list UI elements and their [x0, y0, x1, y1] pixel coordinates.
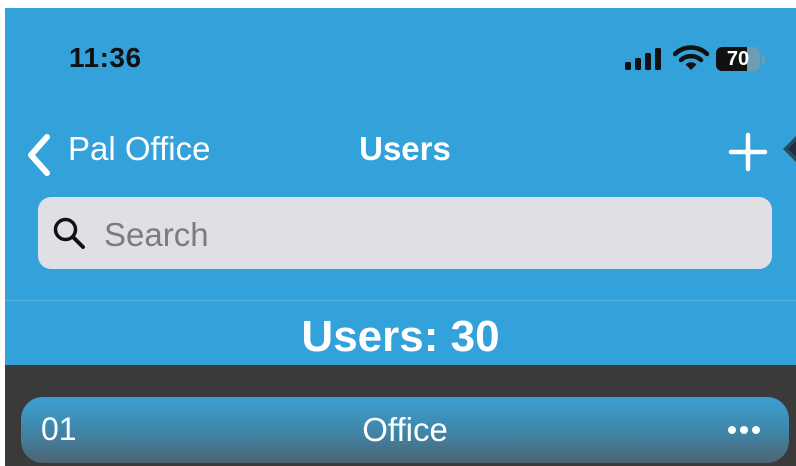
list-item[interactable]: 01 Office: [21, 397, 789, 463]
cellular-signal-icon: [625, 48, 661, 70]
search-placeholder: Search: [104, 216, 209, 253]
search-icon: [53, 217, 85, 249]
add-icon[interactable]: [728, 132, 768, 172]
users-count: Users: 30: [301, 312, 500, 361]
back-chevron-icon[interactable]: [25, 133, 53, 177]
status-time: 11:36: [69, 42, 142, 73]
wifi-icon: [673, 45, 709, 70]
back-button[interactable]: Pal Office: [68, 130, 210, 168]
page-title: Users: [359, 130, 451, 167]
phone-screen: 11:36 70 Pal Office Users Search Users: …: [5, 8, 796, 466]
side-arrow-icon: [783, 136, 796, 162]
battery-icon: 70: [716, 47, 760, 71]
users-list: 01 Office: [5, 365, 796, 466]
search-field[interactable]: Search: [38, 197, 772, 269]
header-divider: [5, 300, 796, 301]
more-icon[interactable]: [727, 425, 761, 435]
battery-percent: 70: [726, 48, 750, 70]
battery-cap: [762, 55, 765, 64]
user-name: Office: [362, 411, 448, 448]
